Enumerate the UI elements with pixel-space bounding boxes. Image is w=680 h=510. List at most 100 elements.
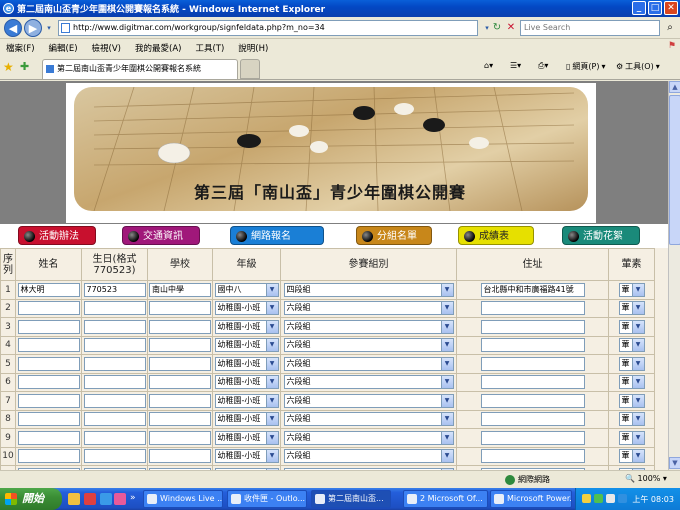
chevron-down-icon[interactable]: ▼ — [631, 431, 644, 444]
chevron-down-icon[interactable]: ▼ — [265, 376, 278, 389]
food-select[interactable]: 葷▼ — [618, 338, 645, 353]
start-button[interactable]: 開始 — [0, 488, 62, 510]
stop-icon[interactable]: ✕ — [504, 21, 518, 35]
chevron-down-icon[interactable]: ▼ — [631, 394, 644, 407]
menu-item-view[interactable]: 檢視(V) — [92, 42, 121, 54]
address-input[interactable] — [480, 356, 585, 371]
menu-item-favorites[interactable]: 我的最愛(A) — [135, 42, 181, 54]
food-select[interactable]: 葷▼ — [618, 282, 645, 297]
nav-results[interactable]: 成績表 — [458, 226, 534, 245]
nav-activity-rules[interactable]: 活動辦法 — [18, 226, 96, 245]
birthday-input[interactable] — [83, 356, 146, 371]
maximize-button[interactable]: □ — [648, 1, 662, 15]
search-input[interactable]: Live Search — [520, 20, 660, 36]
name-input[interactable] — [17, 301, 80, 316]
print-icon[interactable]: ⎙▾ — [538, 61, 548, 71]
scroll-thumb[interactable] — [669, 95, 680, 245]
name-input[interactable] — [17, 430, 80, 445]
nav-group-list[interactable]: 分組名單 — [356, 226, 432, 245]
search-icon[interactable]: ⌕ — [662, 20, 678, 36]
menu-item-edit[interactable]: 編輯(E) — [49, 42, 78, 54]
address-input[interactable] — [480, 375, 585, 390]
name-input[interactable] — [17, 412, 80, 427]
chevron-down-icon[interactable]: ▼ — [631, 339, 644, 352]
chevron-down-icon[interactable]: ▼ — [440, 357, 453, 370]
chevron-down-icon[interactable]: ▼ — [440, 394, 453, 407]
school-input[interactable] — [149, 375, 211, 390]
home-icon[interactable]: ⌂▾ — [484, 61, 493, 70]
address-input[interactable] — [480, 319, 585, 334]
chevron-down-icon[interactable]: ▼ — [265, 450, 278, 463]
address-input[interactable] — [480, 393, 585, 408]
chevron-down-icon[interactable]: ▼ — [265, 394, 278, 407]
task-office[interactable]: 2 Microsoft Of... — [403, 490, 488, 508]
nav-highlights[interactable]: 活動花絮 — [562, 226, 640, 245]
grade-select[interactable]: 幼稚園-小班 ▼ — [214, 338, 279, 353]
tab-current[interactable]: 第二屆南山盃青少年圍棋公開賽報名系統 — [42, 59, 238, 79]
task-powerpoint[interactable]: Microsoft Power... — [490, 490, 572, 508]
school-input[interactable] — [149, 356, 211, 371]
group-select[interactable]: 六段組 ▼ — [283, 301, 454, 316]
chevron-down-icon[interactable]: ▼ — [440, 413, 453, 426]
address-input[interactable]: 台北縣中和市廣福路41號 — [480, 282, 585, 297]
menu-item-help[interactable]: 說明(H) — [238, 42, 268, 54]
scroll-down-icon[interactable]: ▼ — [669, 457, 680, 469]
grade-select[interactable]: 幼稚園-小班 ▼ — [214, 319, 279, 334]
name-input[interactable] — [17, 393, 80, 408]
grade-select[interactable]: 國中八 ▼ — [214, 282, 279, 297]
tray-icon[interactable] — [606, 494, 615, 503]
address-input[interactable] — [480, 338, 585, 353]
name-input[interactable] — [17, 375, 80, 390]
nav-online-registration[interactable]: 網路報名 — [230, 226, 324, 245]
tray-icon[interactable] — [618, 494, 627, 503]
grade-select[interactable]: 幼稚園-小班 ▼ — [214, 301, 279, 316]
birthday-input[interactable] — [83, 301, 146, 316]
chevron-down-icon[interactable]: ▼ — [265, 431, 278, 444]
chevron-down-icon[interactable]: ▼ — [440, 320, 453, 333]
school-input[interactable] — [149, 449, 211, 464]
close-button[interactable]: ✕ — [664, 1, 678, 15]
quicklaunch-folder-icon[interactable] — [68, 493, 80, 505]
feeds-icon[interactable]: ☰▾ — [510, 61, 521, 70]
school-input[interactable] — [149, 430, 211, 445]
task-outlook[interactable]: 收件匣 - Outlo... — [227, 490, 307, 508]
chevron-down-icon[interactable]: ▼ — [440, 302, 453, 315]
food-select[interactable]: 葷▼ — [618, 375, 645, 390]
refresh-icon[interactable]: ↻ — [490, 21, 504, 35]
add-favorite-icon[interactable]: ✚ — [20, 60, 29, 73]
school-input[interactable] — [149, 301, 211, 316]
nav-transport-info[interactable]: 交通資訊 — [122, 226, 200, 245]
birthday-input[interactable] — [83, 449, 146, 464]
name-input[interactable]: 林大明 — [17, 282, 80, 297]
chevron-down-icon[interactable]: ▼ — [631, 302, 644, 315]
menu-item-file[interactable]: 檔案(F) — [6, 42, 35, 54]
chevron-down-icon[interactable]: ▼ — [440, 431, 453, 444]
chevron-down-icon[interactable]: ▼ — [440, 450, 453, 463]
food-select[interactable]: 葷▼ — [618, 412, 645, 427]
birthday-input[interactable] — [83, 393, 146, 408]
address-input[interactable] — [480, 301, 585, 316]
chevron-down-icon[interactable]: ▼ — [265, 339, 278, 352]
name-input[interactable] — [17, 319, 80, 334]
birthday-input[interactable] — [83, 375, 146, 390]
forward-button[interactable]: ▶ — [24, 19, 42, 37]
chevron-down-icon[interactable]: ▼ — [631, 376, 644, 389]
food-select[interactable]: 葷▼ — [618, 356, 645, 371]
page-menu-button[interactable]: ▯ 網頁(P) ▾ — [566, 61, 606, 72]
menu-item-tools[interactable]: 工具(T) — [195, 42, 224, 54]
quicklaunch-media-icon[interactable] — [84, 493, 96, 505]
chevron-down-icon[interactable]: ▼ — [265, 357, 278, 370]
zoom-control[interactable]: 🔍 100% ▾ — [625, 474, 667, 483]
group-select[interactable]: 六段組 ▼ — [283, 430, 454, 445]
grade-select[interactable]: 幼稚園-小班 ▼ — [214, 356, 279, 371]
food-select[interactable]: 葷▼ — [618, 301, 645, 316]
tray-icon[interactable] — [594, 494, 603, 503]
birthday-input[interactable] — [83, 412, 146, 427]
school-input[interactable] — [149, 319, 211, 334]
address-input[interactable]: http://www.digitmar.com/workgroup/signfe… — [58, 20, 478, 36]
chevron-down-icon[interactable]: ▼ — [265, 320, 278, 333]
task-windows-live[interactable]: Windows Live ... — [143, 490, 223, 508]
grade-select[interactable]: 幼稚園-小班 ▼ — [214, 412, 279, 427]
school-input[interactable] — [149, 412, 211, 427]
birthday-input[interactable] — [83, 319, 146, 334]
